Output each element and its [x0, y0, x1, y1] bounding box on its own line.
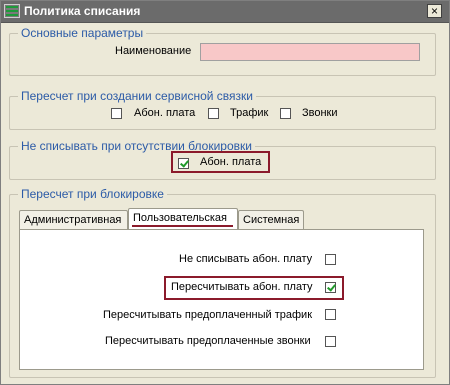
name-input[interactable]: [200, 43, 420, 61]
option-recalc-traffic-checkbox[interactable]: [325, 309, 336, 320]
service-traffic-label: Трафик: [230, 107, 269, 119]
tab-system[interactable]: Системная: [238, 210, 304, 229]
recalc-service-legend: Пересчет при создании сервисной связки: [18, 89, 256, 103]
policy-dialog: Политика списания × Основные параметры Н…: [0, 0, 450, 385]
recalc-block-legend: Пересчет при блокировке: [18, 187, 167, 201]
option-recalc-calls-checkbox[interactable]: [325, 336, 336, 347]
no-charge-subscription-checkbox[interactable]: [178, 158, 189, 169]
service-traffic-checkbox[interactable]: [208, 108, 219, 119]
app-menu-icon[interactable]: [4, 4, 20, 18]
service-subscription-label: Абон. плата: [134, 107, 196, 119]
close-button[interactable]: ×: [427, 4, 442, 18]
title-bar[interactable]: Политика списания ×: [1, 1, 449, 23]
no-charge-subscription-label: Абон. плата: [200, 156, 262, 168]
option-recalc-subscription-checkbox[interactable]: [325, 282, 336, 293]
window-title: Политика списания: [24, 4, 141, 18]
option-recalc-calls-label: Пересчитывать предоплаченные звонки: [105, 335, 311, 347]
option-no-charge-checkbox[interactable]: [325, 254, 336, 265]
name-label: Наименование: [115, 45, 192, 57]
service-subscription-checkbox[interactable]: [111, 108, 122, 119]
recalc-service-group: Пересчет при создании сервисной связки: [9, 89, 436, 130]
option-no-charge-label: Не списывать абон. плату: [179, 253, 313, 265]
service-calls-checkbox[interactable]: [280, 108, 291, 119]
basic-params-legend: Основные параметры: [18, 26, 147, 40]
tab-user-label: Пользовательская: [133, 212, 228, 224]
option-recalc-subscription-label: Пересчитывать абон. плату: [171, 281, 313, 293]
option-recalc-traffic-label: Пересчитывать предоплаченный трафик: [103, 309, 312, 321]
tab-user-underline: [132, 225, 233, 227]
tab-system-label: Системная: [243, 214, 300, 226]
service-calls-label: Звонки: [302, 107, 338, 119]
close-icon: ×: [430, 4, 438, 18]
tab-administrative-label: Административная: [24, 214, 122, 226]
tab-administrative[interactable]: Административная: [19, 210, 128, 229]
